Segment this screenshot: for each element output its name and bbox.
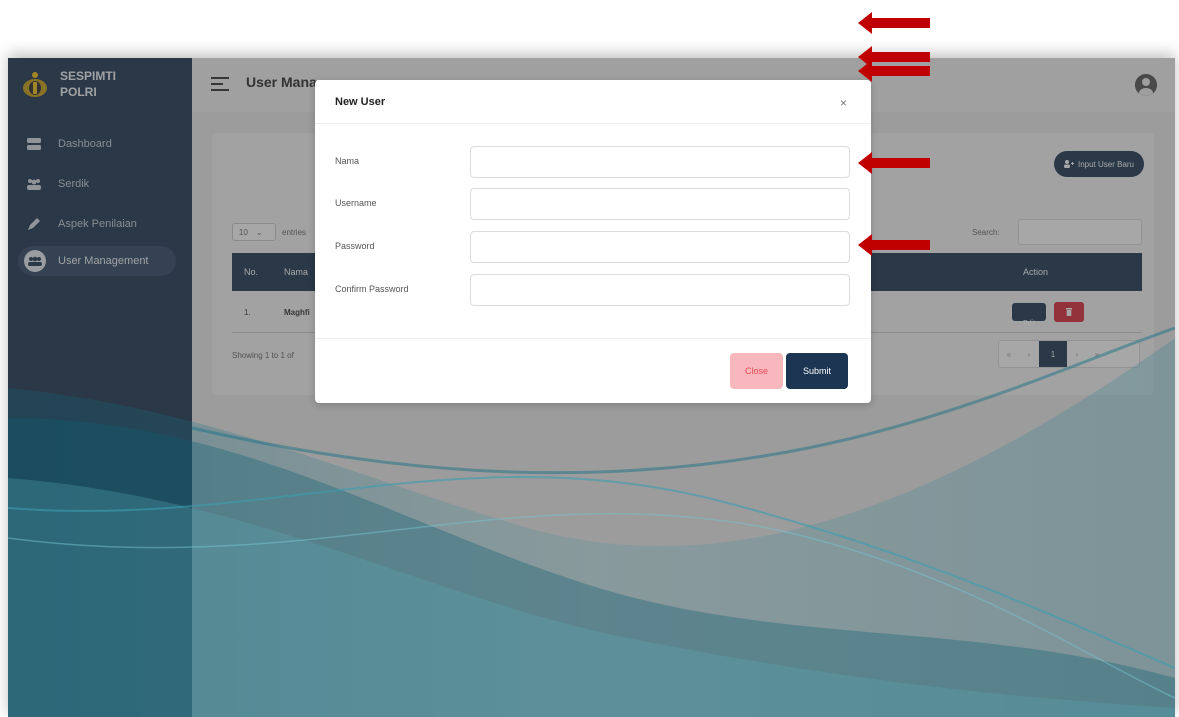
modal-title: New User [335,96,386,108]
nama-label: Nama [335,156,360,166]
password-label: Password [335,241,375,251]
annotation-arrow-icon [858,12,930,34]
form-row-nama: Nama [315,146,871,178]
app-window: SESPIMTI POLRI Dashboard Serdik Aspek Pe… [8,58,1175,717]
form-row-password: Password [315,231,871,263]
username-label: Username [335,198,377,208]
modal-footer-divider [315,338,871,339]
form-row-username: Username [315,188,871,220]
submit-button[interactable]: Submit [786,353,848,389]
annotation-arrow-icon [858,60,930,82]
close-button[interactable]: Close [730,353,783,389]
username-field[interactable] [470,188,850,220]
screenshot-root: SESPIMTI POLRI Dashboard Serdik Aspek Pe… [0,0,1179,717]
new-user-modal: New User × Nama Username Password Confir… [315,80,871,403]
annotation-arrow-icon [858,152,930,174]
confirm-password-label: Confirm Password [335,284,409,294]
modal-header: New User × [315,80,871,124]
password-field[interactable] [470,231,850,263]
confirm-password-field[interactable] [470,274,850,306]
close-icon[interactable]: × [840,96,847,110]
form-row-confirm-password: Confirm Password [315,274,871,306]
nama-field[interactable] [470,146,850,178]
annotation-arrow-icon [858,234,930,256]
